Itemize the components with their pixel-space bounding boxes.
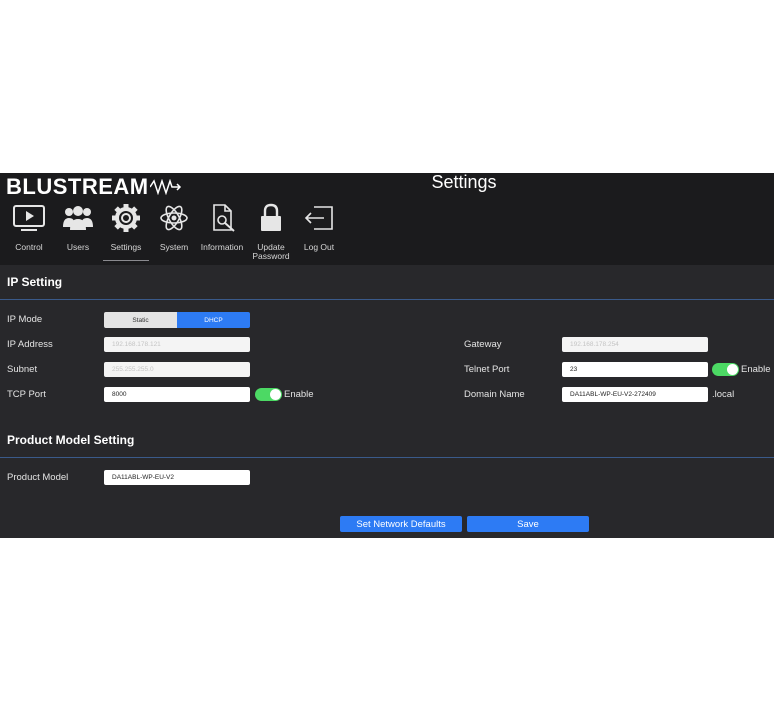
toggle-knob: [270, 389, 281, 400]
nav-information[interactable]: Information: [197, 203, 247, 252]
monitor-play-icon: [4, 203, 54, 235]
nav-label: Log Out: [303, 242, 335, 252]
tcp-port-label: TCP Port: [7, 389, 46, 400]
nav-control[interactable]: Control: [4, 203, 54, 252]
ip-address-field[interactable]: [104, 337, 250, 352]
users-icon: [53, 203, 103, 235]
nav-users[interactable]: Users: [53, 203, 103, 252]
telnet-port-label: Telnet Port: [464, 364, 510, 375]
nav-update-password[interactable]: Update Password: [246, 203, 296, 261]
gear-icon: [101, 203, 151, 235]
product-model-field[interactable]: [104, 470, 250, 485]
set-network-defaults-button[interactable]: Set Network Defaults: [340, 516, 462, 532]
tcp-port-enable-toggle[interactable]: [255, 388, 282, 401]
atom-icon: [149, 203, 199, 235]
subnet-field[interactable]: [104, 362, 250, 377]
ip-mode-static-option[interactable]: Static: [104, 312, 177, 328]
domain-name-label: Domain Name: [464, 389, 525, 400]
subnet-label: Subnet: [7, 364, 38, 375]
nav-settings[interactable]: Settings: [101, 203, 151, 261]
nav-label: Settings: [110, 242, 142, 252]
tcp-port-enable-label: Enable: [284, 389, 314, 400]
ip-mode-label: IP Mode: [7, 314, 43, 325]
product-model-divider: [0, 457, 774, 458]
ip-setting-title: IP Setting: [7, 275, 63, 289]
telnet-port-enable-toggle[interactable]: [712, 363, 739, 376]
logout-icon: [294, 203, 344, 235]
lock-icon: [246, 203, 296, 235]
logo-text: BLUSTREAM: [6, 174, 149, 199]
document-search-icon: [197, 203, 247, 235]
nav-label: Users: [66, 242, 90, 252]
nav-log-out[interactable]: Log Out: [294, 203, 344, 252]
nav-label: Control: [15, 242, 43, 252]
gateway-label: Gateway: [464, 339, 502, 350]
save-button[interactable]: Save: [467, 516, 589, 532]
gateway-field[interactable]: [562, 337, 708, 352]
ip-mode-segmented-control: Static DHCP: [104, 312, 250, 328]
product-model-setting-title: Product Model Setting: [7, 433, 135, 447]
blustream-logo: BLUSTREAM: [6, 174, 182, 200]
nav-label: Update Password: [252, 242, 290, 261]
page-title: Settings: [431, 173, 497, 192]
ip-mode-dhcp-option[interactable]: DHCP: [177, 312, 250, 328]
top-header: BLUSTREAM Settings Control Users Setting…: [0, 173, 774, 265]
telnet-port-enable-label: Enable: [741, 364, 771, 375]
ip-setting-divider: [0, 299, 774, 300]
domain-suffix: .local: [712, 389, 735, 400]
tcp-port-field[interactable]: [104, 387, 250, 402]
toggle-knob: [727, 364, 738, 375]
nav-label: System: [159, 242, 189, 252]
logo-wave-arrow-icon: [149, 179, 181, 195]
product-model-label: Product Model: [7, 472, 69, 483]
nav-label: Information: [200, 242, 244, 252]
settings-window: BLUSTREAM Settings Control Users Setting…: [0, 173, 774, 538]
domain-name-field[interactable]: [562, 387, 708, 402]
telnet-port-field[interactable]: [562, 362, 708, 377]
nav-system[interactable]: System: [149, 203, 199, 252]
ip-address-label: IP Address: [7, 339, 53, 350]
